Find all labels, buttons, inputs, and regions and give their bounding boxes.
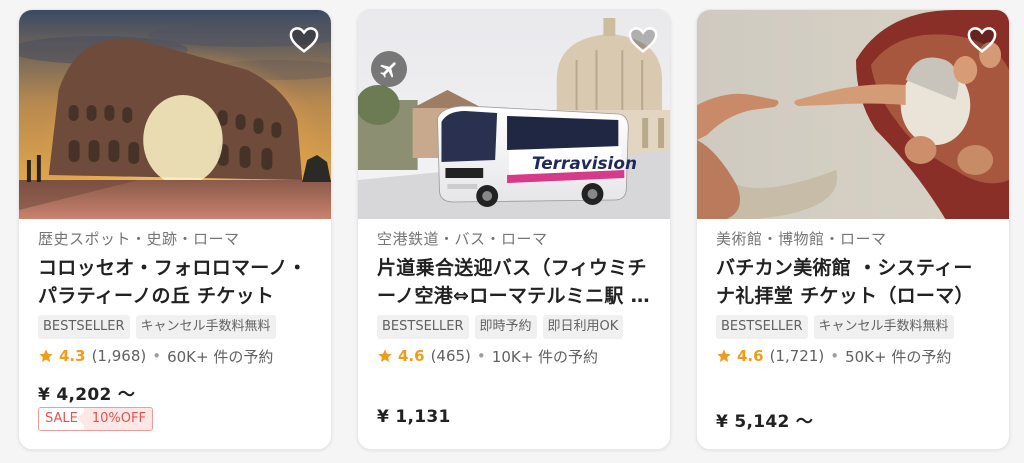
card-rating: 4.6 (465) • 10K+ 件の予約 xyxy=(377,345,652,367)
activity-card-airport-bus[interactable]: Terravision 空港鉄道・バス・ローマ 片道乗合送迎バス（フィウミチーノ… xyxy=(357,9,671,450)
review-count: (465) xyxy=(430,347,471,365)
review-count: (1,721) xyxy=(769,347,825,365)
card-title[interactable]: コロッセオ・フォロロマーノ・パラティーノの丘 チケット xyxy=(38,254,313,310)
separator-dot: • xyxy=(152,347,162,365)
card-price: ¥ 1,131 xyxy=(377,407,451,427)
booked-count: 50K+ 件の予約 xyxy=(845,347,952,366)
airplane-icon xyxy=(371,51,407,87)
sale-badge: SALE 10%OFF xyxy=(38,407,153,431)
star-icon xyxy=(378,349,392,362)
review-count: (1,968) xyxy=(91,347,147,365)
separator-dot: • xyxy=(830,347,840,365)
card-image-bus[interactable]: Terravision xyxy=(358,10,670,219)
bus-brand-text: Terravision xyxy=(532,153,637,173)
tag-free-cancellation: キャンセル手数料無料 xyxy=(135,315,276,339)
separator-dot: • xyxy=(476,347,486,365)
activity-card-colosseum[interactable]: 歴史スポット・史跡・ローマ コロッセオ・フォロロマーノ・パラティーノの丘 チケッ… xyxy=(18,9,332,450)
activity-card-list: 歴史スポット・史跡・ローマ コロッセオ・フォロロマーノ・パラティーノの丘 チケッ… xyxy=(18,9,1010,450)
booked-count: 10K+ 件の予約 xyxy=(491,347,599,366)
tag-free-cancellation: キャンセル手数料無料 xyxy=(813,315,954,339)
card-tags: BESTSELLER 即時予約 即日利用OK xyxy=(377,315,652,339)
heart-icon[interactable] xyxy=(289,26,319,54)
heart-icon[interactable] xyxy=(628,26,658,54)
rating-score: 4.6 xyxy=(737,347,764,365)
tag-bestseller: BESTSELLER xyxy=(716,315,808,339)
tag-bestseller: BESTSELLER xyxy=(38,315,130,339)
rating-score: 4.3 xyxy=(59,347,86,365)
sale-discount: 10%OFF xyxy=(83,408,152,430)
rating-score: 4.6 xyxy=(398,347,425,365)
star-icon xyxy=(717,349,731,362)
tag-same-day: 即日利用OK xyxy=(542,315,624,339)
card-rating: 4.6 (1,721) • 50K+ 件の予約 xyxy=(716,345,991,367)
card-rating: 4.3 (1,968) • 60K+ 件の予約 xyxy=(38,345,313,367)
card-category: 歴史スポット・史跡・ローマ xyxy=(38,230,240,248)
tag-instant-booking: 即時予約 xyxy=(474,315,537,339)
card-price: ¥ 4,202 〜 xyxy=(38,385,136,405)
activity-card-vatican[interactable]: 美術館・博物館・ローマ バチカン美術館 ・システィーナ礼拝堂 チケット（ローマ）… xyxy=(696,9,1010,450)
card-title[interactable]: バチカン美術館 ・システィーナ礼拝堂 チケット（ローマ） xyxy=(716,254,991,310)
card-price: ¥ 5,142 〜 xyxy=(716,412,814,432)
card-tags: BESTSELLER キャンセル手数料無料 xyxy=(716,315,991,339)
star-icon xyxy=(39,349,53,362)
card-category: 空港鉄道・バス・ローマ xyxy=(377,230,548,248)
card-image-vatican[interactable] xyxy=(697,10,1009,219)
card-category: 美術館・博物館・ローマ xyxy=(716,230,887,248)
card-title[interactable]: 片道乗合送迎バス（フィウミチーノ空港⇔ローマテルミニ駅 / ... xyxy=(377,254,652,310)
booked-count: 60K+ 件の予約 xyxy=(167,347,274,366)
card-tags: BESTSELLER キャンセル手数料無料 xyxy=(38,315,313,339)
heart-icon[interactable] xyxy=(967,26,997,54)
card-image-colosseum[interactable] xyxy=(19,10,331,219)
tag-bestseller: BESTSELLER xyxy=(377,315,469,339)
